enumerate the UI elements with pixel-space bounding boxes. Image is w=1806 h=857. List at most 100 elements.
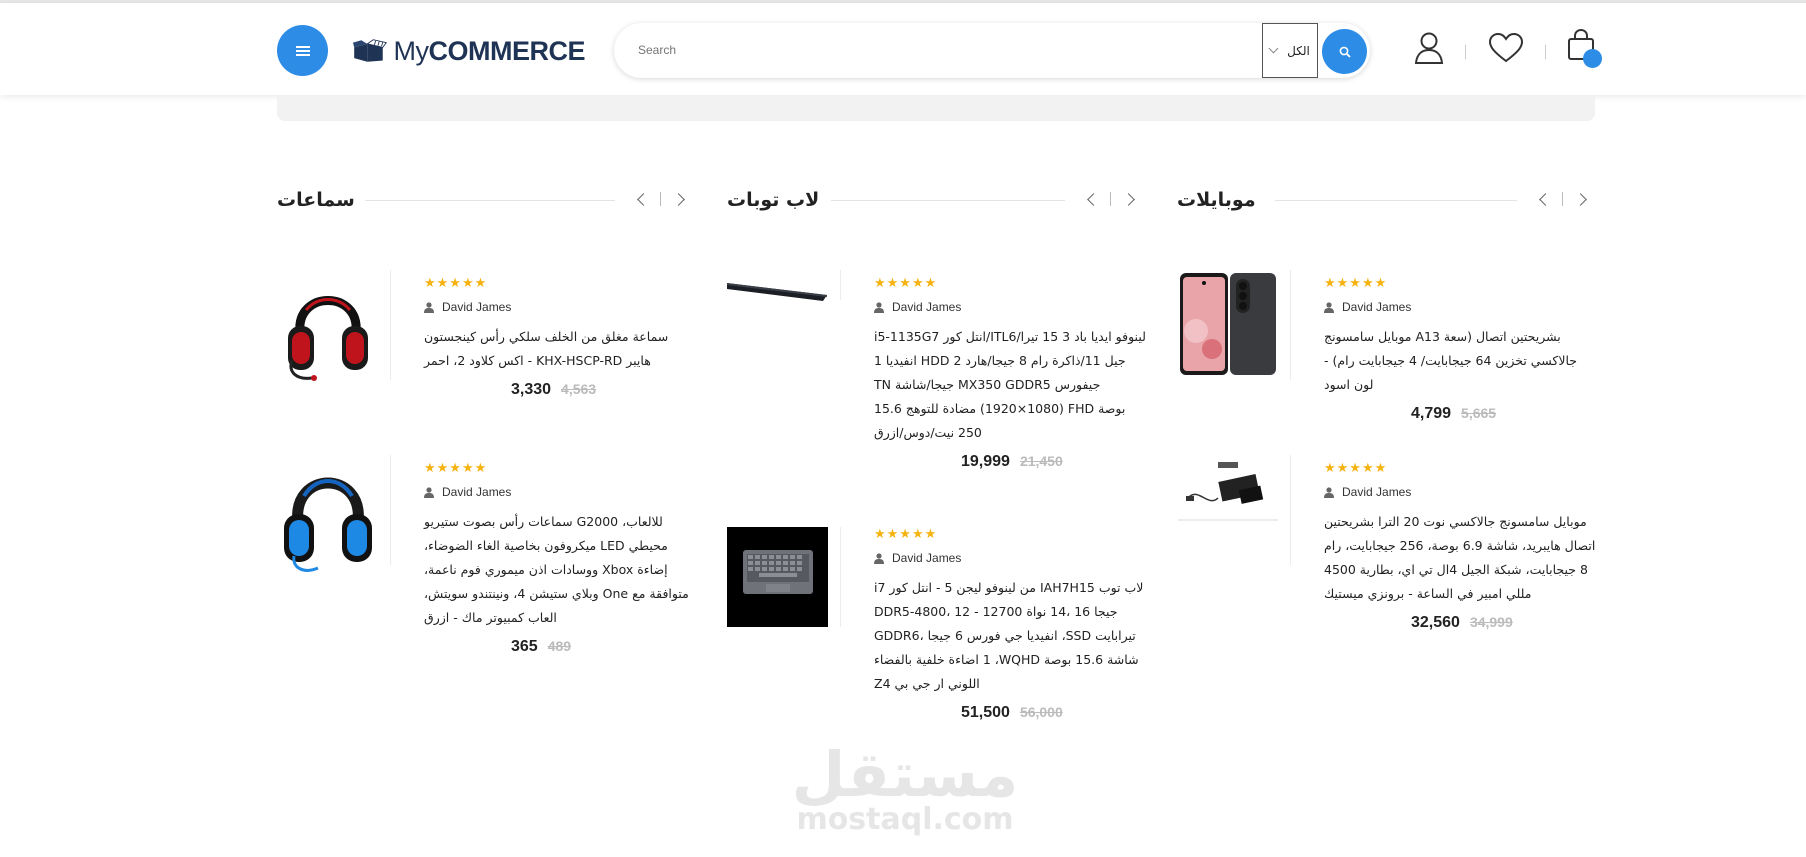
product-image[interactable] [277, 455, 378, 580]
user-icon [424, 486, 434, 498]
next-arrow-button[interactable] [667, 188, 689, 210]
product-divider [840, 270, 841, 300]
search-button[interactable] [1322, 29, 1367, 74]
product-title[interactable]: i5-1135G7 انتل كور/ITL6لينوفو ايديا باد … [874, 325, 1146, 445]
red-headset-image [287, 296, 368, 381]
author-name: David James [1342, 485, 1412, 499]
prev-arrow-button[interactable] [1534, 188, 1556, 210]
header-separator [1465, 45, 1466, 59]
product-card[interactable]: ★★★★★ David James سماعة مغلق من الخلف سل… [277, 270, 697, 450]
product-divider [390, 270, 391, 380]
price-row: 4,799 5,665 [1324, 405, 1596, 423]
column-title: لاب توبات [727, 189, 820, 211]
author: David James [874, 299, 1146, 315]
author: David James [874, 550, 1146, 566]
user-icon [874, 552, 884, 564]
rating-stars: ★★★★★ [1324, 276, 1388, 291]
product-old-price: 21,450 [1019, 453, 1063, 469]
product-info: ★★★★★ David James بشريحتين اتصال (سعة A1… [1324, 276, 1596, 423]
chevron-right-icon [1121, 192, 1135, 206]
product-divider [840, 527, 841, 627]
product-title[interactable]: بشريحتين اتصال (سعة A13 موبايل سامسونج ج… [1324, 325, 1596, 397]
price-row: 365 489 [424, 638, 696, 656]
gaming-laptop-image [742, 550, 813, 594]
user-icon[interactable] [1414, 31, 1444, 65]
menu-icon [295, 49, 310, 52]
category-column-headphones: سماعات ★★★★★ David James سماعة مغلق من ا… [277, 180, 697, 655]
rating-stars: ★★★★★ [424, 276, 488, 291]
column-header: موبايلات [1177, 180, 1597, 220]
author-name: David James [892, 551, 962, 565]
product-card[interactable]: ★★★★★ David James بشريحتين اتصال (سعة A1… [1177, 270, 1597, 450]
product-title[interactable]: موبايل سامسونج جالاكسي نوت 20 الترا بشري… [1324, 510, 1596, 606]
column-header: سماعات [277, 180, 697, 220]
slim-laptop-image [727, 283, 827, 301]
chevron-left-icon [1086, 192, 1100, 206]
product-card[interactable]: ★★★★★ David James للالعاب، G2000 سماعات … [277, 455, 697, 655]
user-icon [424, 301, 434, 313]
author-name: David James [892, 300, 962, 314]
author: David James [1324, 299, 1596, 315]
prev-arrow-button[interactable] [632, 188, 654, 210]
product-price: 51,500 [961, 704, 1010, 721]
next-arrow-button[interactable] [1569, 188, 1591, 210]
chevron-down-icon [1268, 43, 1279, 54]
author-name: David James [442, 300, 512, 314]
product-image[interactable] [727, 270, 828, 310]
column-header: لاب توبات [727, 180, 1147, 220]
product-old-price: 4,563 [561, 381, 597, 397]
watermark-latin: mostaql.com [796, 802, 1014, 837]
product-price: 365 [511, 638, 538, 655]
product-card[interactable]: ★★★★★ David James موبايل سامسونج جالاكسي… [1177, 455, 1597, 655]
arrow-separator [1562, 192, 1563, 206]
chevron-left-icon [636, 192, 650, 206]
chevron-right-icon [671, 192, 685, 206]
next-arrow-button[interactable] [1117, 188, 1139, 210]
product-divider [390, 455, 391, 565]
rating-stars: ★★★★★ [874, 527, 938, 542]
product-divider [1290, 455, 1291, 565]
menu-button[interactable] [277, 25, 328, 76]
user-icon [874, 301, 884, 313]
product-old-price: 5,665 [1461, 405, 1497, 421]
phone-box-contents-image [1177, 462, 1278, 521]
product-old-price: 489 [547, 638, 572, 654]
product-title[interactable]: سماعة مغلق من الخلف سلكي رأس كينجستون ها… [424, 325, 696, 373]
product-divider [1290, 270, 1291, 380]
category-select-value: الكل [1287, 43, 1310, 58]
author: David James [424, 484, 696, 500]
category-column-mobiles: موبايلات ★★★★★ David James بشريحتين اتصا… [1177, 180, 1597, 631]
product-image[interactable] [277, 270, 378, 390]
product-image[interactable] [727, 527, 828, 627]
prev-arrow-button[interactable] [1082, 188, 1104, 210]
search-bar: الكل [614, 23, 1370, 78]
product-info: ★★★★★ David James i7 من لينوفو ليجن 5 - … [874, 527, 1146, 722]
banner-strip [277, 95, 1595, 121]
product-card[interactable]: ★★★★★ David James i5-1135G7 انتل كور/ITL… [727, 270, 1147, 500]
search-icon [1339, 46, 1351, 58]
rating-stars: ★★★★★ [874, 276, 938, 291]
product-title[interactable]: للالعاب، G2000 سماعات رأس بصوت ستيريو مح… [424, 510, 696, 630]
product-info: ★★★★★ David James سماعة مغلق من الخلف سل… [424, 276, 696, 399]
carousel-arrows [632, 188, 689, 210]
product-image[interactable] [1177, 270, 1278, 378]
smartphone-image [1179, 273, 1276, 375]
logo[interactable]: MyCOMMERCE [353, 30, 585, 72]
product-info: ★★★★★ David James للالعاب، G2000 سماعات … [424, 461, 696, 656]
header-rule [365, 200, 615, 201]
product-image[interactable] [1177, 455, 1278, 525]
category-select[interactable]: الكل [1262, 23, 1318, 78]
box-logo-icon [353, 39, 388, 62]
logo-text: MyCOMMERCE [393, 35, 586, 66]
price-row: 51,500 56,000 [874, 704, 1146, 722]
watermark-arabic: مستقل [791, 738, 1019, 811]
product-old-price: 34,999 [1469, 614, 1513, 630]
search-input[interactable] [638, 39, 1198, 61]
product-title[interactable]: i7 من لينوفو ليجن 5 - انتل كور IAH7Hلاب … [874, 576, 1146, 696]
author: David James [424, 299, 696, 315]
heart-icon[interactable] [1489, 33, 1523, 63]
cart-count-badge [1583, 49, 1602, 68]
product-card[interactable]: ★★★★★ David James i7 من لينوفو ليجن 5 - … [727, 527, 1147, 757]
arrow-separator [1110, 192, 1111, 206]
author-name: David James [442, 485, 512, 499]
